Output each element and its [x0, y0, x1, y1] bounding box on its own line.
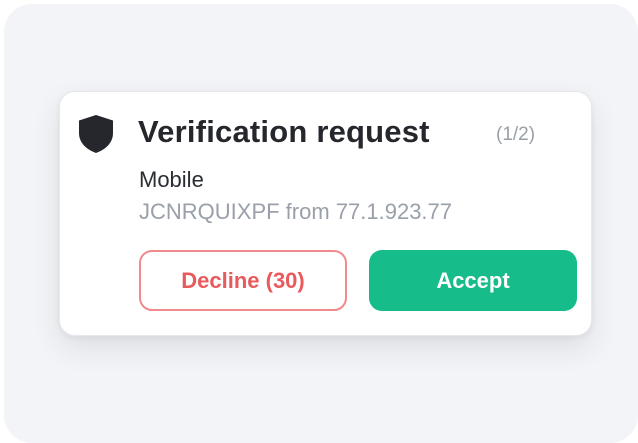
device-name: Mobile: [139, 167, 204, 192]
card-title: Verification request: [138, 114, 430, 149]
request-counter: (1/2): [496, 124, 536, 145]
accept-button-label: Accept: [436, 267, 510, 293]
accept-button[interactable]: Accept: [369, 250, 577, 311]
decline-button-label: Decline (30): [181, 267, 305, 293]
verification-request-card: Verification request (1/2) Mobile JCNRQU…: [59, 91, 592, 336]
decline-button[interactable]: Decline (30): [139, 250, 347, 311]
shield-icon: [79, 115, 113, 153]
request-origin: JCNRQUIXPF from 77.1.923.77: [139, 199, 453, 224]
